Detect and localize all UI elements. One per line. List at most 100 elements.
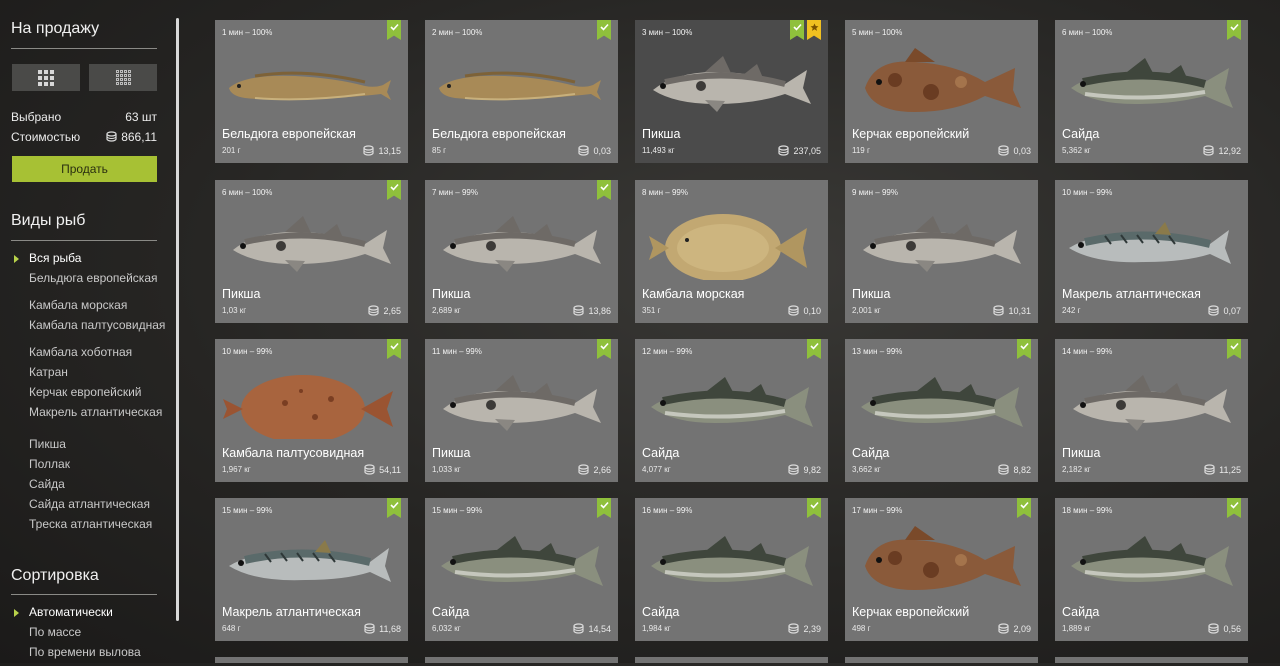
fish-price: 2,65 [368,305,401,316]
check-ribbon-icon[interactable] [807,339,821,359]
fish-card[interactable]: 12 мин – 99% Сайда 4,077 кг 9,82 [635,339,828,482]
species-item[interactable]: Керчак европейский [29,386,165,406]
silver-coin-icon [578,145,590,156]
fish-card[interactable]: 17 мин – 99% Керчак европейский 498 г 2,09 [845,498,1038,641]
price-value: 237,05 [793,145,821,156]
sell-button[interactable]: Продать [12,156,157,182]
species-item[interactable]: Камбала хоботная [29,346,165,366]
fish-card[interactable] [1055,657,1248,663]
check-ribbon-icon[interactable] [597,180,611,200]
fish-card[interactable] [635,657,828,663]
check-ribbon-icon[interactable] [597,339,611,359]
fish-price: 2,66 [578,464,611,475]
fish-weight: 1,967 кг [222,465,251,474]
fish-price: 11,68 [364,623,401,634]
fish-card[interactable]: 8 мин – 99% Камбала морская 351 г 0,10 [635,180,828,323]
check-ribbon-icon[interactable] [597,20,611,40]
fish-card[interactable] [845,657,1038,663]
view-small-grid-button[interactable] [89,64,157,91]
fish-card[interactable]: 10 мин – 99% Макрель атлантическая 242 г 0,… [1055,180,1248,323]
fish-card[interactable]: 5 мин – 100% Керчак европейский 119 г 0,03 [845,20,1038,163]
haddock-fish-image [443,375,601,431]
fish-card[interactable]: 15 мин – 99% Макрель атлантическая 648 г 11… [215,498,408,641]
fish-card[interactable]: 9 мин – 99% Пикша 2,001 кг 10,31 [845,180,1038,323]
species-item[interactable]: Бельдюга европейская [29,272,165,299]
fish-name: Пикша [432,446,471,460]
check-ribbon-icon[interactable] [387,498,401,518]
fish-weight: 1,03 кг [222,306,247,315]
fish-card[interactable] [215,657,408,663]
fish-card[interactable]: 15 мин – 99% Сайда 6,032 кг 14,54 [425,498,618,641]
selected-label: Выбрано [11,110,62,124]
check-ribbon-icon[interactable] [1017,498,1031,518]
fish-price: 13,15 [363,145,401,156]
species-item[interactable]: Пикша [29,438,165,458]
catch-time: 9 мин – 99% [852,188,898,197]
species-item[interactable]: Сайда атлантическая [29,498,165,518]
silver-coin-icon [573,305,585,316]
check-ribbon-icon[interactable] [387,20,401,40]
price-value: 13,15 [378,145,401,156]
fish-card[interactable]: 11 мин – 99% Пикша 1,033 кг 2,66 [425,339,618,482]
fish-name: Керчак европейский [852,127,970,141]
check-ribbon-icon[interactable] [387,180,401,200]
species-item[interactable]: Поллак [29,458,165,478]
haddock-fish-image [1073,375,1231,431]
species-item[interactable]: Сайда [29,478,165,498]
species-item[interactable]: Треска атлантическая [29,518,165,538]
fish-card[interactable]: 3 мин – 100% Пикша 11,493 кг 237,05 [635,20,828,163]
fish-card[interactable]: 6 мин – 100% Пикша 1,03 кг 2,65 [215,180,408,323]
view-large-grid-button[interactable] [12,64,80,91]
price-value: 9,82 [803,464,821,475]
sort-option-time[interactable]: По времени вылова [29,646,141,666]
fish-name: Сайда [1062,605,1100,619]
silver-coin-icon [363,145,375,156]
price-value: 12,92 [1218,145,1241,156]
species-item[interactable]: Камбала морская [29,299,165,319]
species-item[interactable]: Макрель атлантическая [29,406,165,438]
fish-card[interactable]: 1 мин – 100% Бельдюга европейская 201 г 13,… [215,20,408,163]
check-ribbon-icon[interactable] [387,339,401,359]
check-ribbon-icon[interactable] [597,498,611,518]
fish-card[interactable]: 18 мин – 99% Сайда 1,889 кг 0,56 [1055,498,1248,641]
fish-weight: 6,032 кг [432,624,461,633]
fish-name: Сайда [642,605,680,619]
fish-card[interactable]: 6 мин – 100% Сайда 5,362 кг 12,92 [1055,20,1248,163]
check-ribbon-icon[interactable] [1017,339,1031,359]
species-list: Вся рыба Бельдюга европейская Камбала мо… [29,252,165,538]
fish-card[interactable]: 10 мин – 99% Камбала палтусовидная 1,967 к… [215,339,408,482]
fish-price: 2,09 [998,623,1031,634]
check-ribbon-icon[interactable] [1227,339,1241,359]
sort-list: Автоматически По массе По времени вылова [29,606,141,666]
eelpout-fish-image [229,71,391,101]
fish-card[interactable] [425,657,618,663]
fish-card[interactable]: 2 мин – 100% Бельдюга европейская 85 г 0,03 [425,20,618,163]
sculpin-fish-image [865,526,1021,590]
price-value: 0,56 [1223,623,1241,634]
fish-weight: 4,077 кг [642,465,671,474]
sidebar-scrollbar[interactable] [176,18,179,621]
silver-coin-icon [106,131,117,142]
fish-card[interactable]: 13 мин – 99% Сайда 3,662 кг 8,82 [845,339,1038,482]
fish-name: Камбала морская [642,287,745,301]
active-bullet-icon [14,255,19,263]
check-ribbon-icon[interactable] [807,498,821,518]
fish-weight: 648 г [222,624,241,633]
fish-card[interactable]: 14 мин – 99% Пикша 2,182 кг 11,25 [1055,339,1248,482]
fish-weight: 2,001 кг [852,306,881,315]
catch-time: 10 мин – 99% [222,347,273,356]
species-item-all[interactable]: Вся рыба [29,252,165,272]
check-ribbon-icon[interactable] [790,20,804,40]
sort-option-mass[interactable]: По массе [29,626,141,646]
check-ribbon-icon[interactable] [1227,20,1241,40]
species-item[interactable]: Катран [29,366,165,386]
sort-option-auto[interactable]: Автоматически [29,606,141,626]
check-ribbon-icon[interactable] [1227,498,1241,518]
fish-weight: 85 г [432,146,447,155]
fish-card[interactable]: 16 мин – 99% Сайда 1,984 кг 2,39 [635,498,828,641]
silver-coin-icon [573,623,585,634]
fish-card[interactable]: 7 мин – 99% Пикша 2,689 кг 13,86 [425,180,618,323]
species-item[interactable]: Камбала палтусовидная [29,319,165,346]
star-ribbon-icon [807,20,821,40]
silver-coin-icon [578,464,590,475]
